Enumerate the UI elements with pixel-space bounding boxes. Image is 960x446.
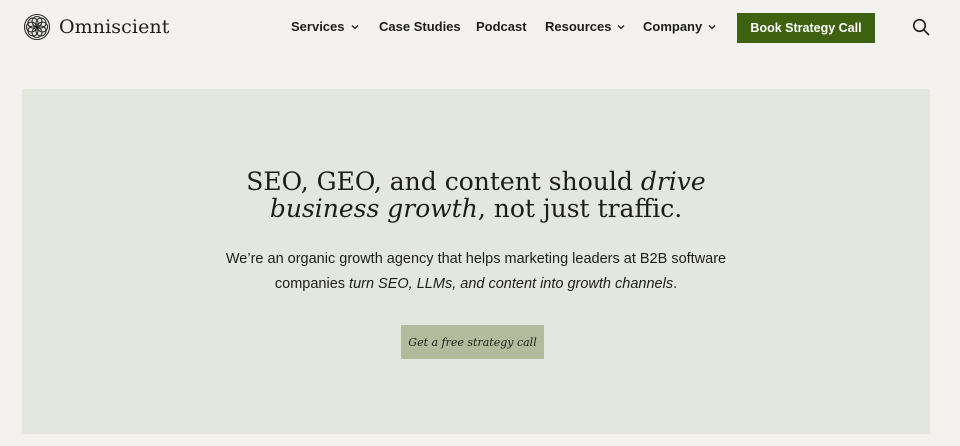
subheadline-text: companies (274, 276, 350, 292)
free-strategy-call-button[interactable]: Get a free strategy call (401, 325, 544, 359)
nav-item-company-label: Company (643, 19, 703, 34)
headline-text: SEO, GEO, and content should (246, 167, 641, 196)
nav-item-case-studies-label: Case Studies (379, 19, 461, 34)
headline-text: , not just traffic. (477, 194, 683, 223)
hero-headline: SEO, GEO, and content should drive busin… (22, 168, 930, 222)
subheadline-emphasis: turn SEO, LLMs, and content into growth … (349, 276, 674, 292)
nav-item-resources[interactable]: Resources (545, 19, 626, 34)
subheadline-text: We’re an organic growth agency that help… (225, 251, 727, 267)
book-strategy-call-button[interactable]: Book Strategy Call (737, 13, 875, 43)
nav-item-podcast-label: Podcast (476, 19, 527, 34)
hero-subheadline: We’re an organic growth agency that help… (22, 247, 930, 297)
subheadline-text: . (673, 276, 678, 292)
chevron-down-icon (708, 24, 716, 29)
nav-item-resources-label: Resources (545, 19, 612, 34)
nav-item-case-studies[interactable]: Case Studies (379, 19, 461, 34)
nav-item-services[interactable]: Services (291, 19, 360, 34)
nav-item-podcast[interactable]: Podcast (476, 19, 527, 34)
hero-section: SEO, GEO, and content should drive busin… (22, 89, 930, 434)
nav-item-services-label: Services (291, 19, 345, 34)
headline-emphasis: business growth (269, 194, 478, 223)
chevron-down-icon (618, 24, 625, 29)
search-icon[interactable] (912, 18, 930, 36)
headline-emphasis: drive (640, 167, 706, 196)
site-header: Omniscient Services Case Studies Podcast… (0, 0, 960, 55)
chevron-down-icon (351, 24, 358, 29)
nav-item-company[interactable]: Company (643, 19, 717, 34)
